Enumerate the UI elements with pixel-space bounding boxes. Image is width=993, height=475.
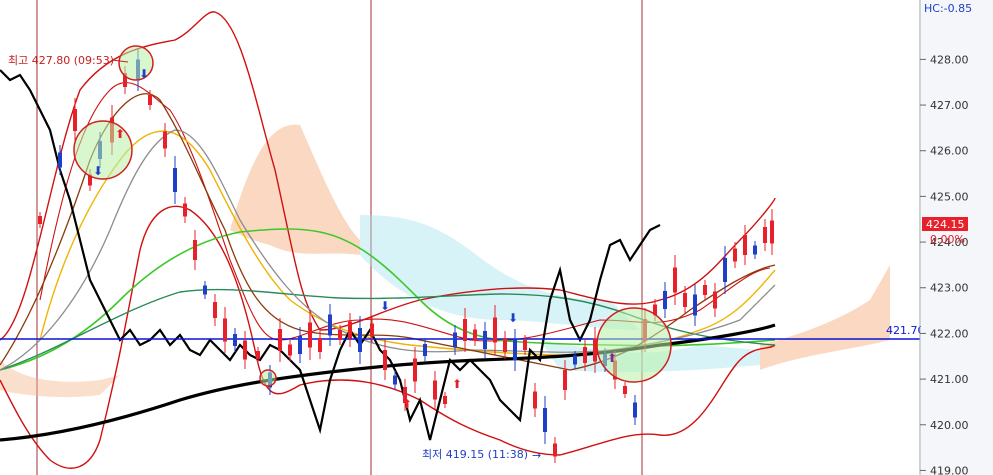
candle-body xyxy=(163,131,167,149)
candle-body xyxy=(413,358,417,382)
candle-body xyxy=(433,380,437,400)
candle-body xyxy=(623,386,627,394)
candle-body xyxy=(148,95,152,105)
arrow-down-marker: ⬇ xyxy=(508,311,518,325)
candle-body xyxy=(298,336,302,354)
candle-body xyxy=(348,321,352,339)
candle-body xyxy=(673,267,677,293)
candle-body xyxy=(523,340,527,350)
candle-body xyxy=(318,338,322,352)
candle-body xyxy=(463,319,467,341)
reference-line-label: 421.70 xyxy=(886,324,925,337)
y-tick-label: 422.00 xyxy=(930,327,969,340)
price-chart: 421.70 ⬇ ⬆ ⬇ ⬇ ⬇ ⬆ ⬆ ⬆ 최고 427.80 (09:53)… xyxy=(0,0,993,475)
highlight-circle xyxy=(259,369,277,387)
y-tick-label: 420.00 xyxy=(930,419,969,432)
candle-body xyxy=(203,285,207,295)
candle-body xyxy=(663,291,667,309)
arrow-down-marker: ⬇ xyxy=(93,164,103,178)
candle-body xyxy=(723,258,727,282)
arrow-down-marker: ⬇ xyxy=(380,299,390,313)
candle-body xyxy=(583,347,587,363)
y-tick-label: 428.00 xyxy=(930,53,969,66)
candle-body xyxy=(338,330,342,340)
candle-body xyxy=(683,293,687,307)
candle-body xyxy=(483,331,487,349)
candle-body xyxy=(358,328,362,352)
candle-body xyxy=(223,318,227,342)
cloud-up-area-2 xyxy=(760,265,890,370)
candle-body xyxy=(213,302,217,318)
candle-body xyxy=(753,245,757,255)
candle-body xyxy=(278,329,282,351)
candle-body xyxy=(370,323,374,337)
hc-indicator: HC:-0.85 xyxy=(924,2,972,15)
candle-body xyxy=(443,396,447,404)
candle-body xyxy=(553,443,557,457)
candle-body xyxy=(328,314,332,336)
candle-body xyxy=(473,329,477,341)
candle-body xyxy=(423,344,427,356)
candle-body xyxy=(308,322,312,348)
candle-body xyxy=(703,285,707,295)
y-tick-label: 426.00 xyxy=(930,145,969,158)
candle-body xyxy=(383,350,387,370)
low-pointer-arrow: → xyxy=(532,449,541,462)
candle-body xyxy=(38,216,42,224)
candle-body xyxy=(503,338,507,352)
arrow-up-marker: ⬆ xyxy=(115,127,125,141)
candle-body xyxy=(233,334,237,346)
arrow-up-marker: ⬆ xyxy=(402,397,412,411)
candle-body xyxy=(58,152,62,168)
candle-body xyxy=(256,351,260,359)
candle-body xyxy=(243,340,247,360)
candle-body xyxy=(393,375,397,385)
candle-body xyxy=(763,227,767,243)
candle-body xyxy=(453,332,457,348)
low-annotation: 최저 419.15 (11:38) xyxy=(422,448,528,461)
candle-body xyxy=(573,355,577,365)
candle-body xyxy=(563,370,567,390)
y-tick-label: 421.00 xyxy=(930,373,969,386)
arrow-down-marker: ⬇ xyxy=(139,67,149,81)
y-tick-label: 425.00 xyxy=(930,190,969,203)
cloud-down-area xyxy=(360,215,640,330)
ichimoku-cloud xyxy=(0,124,890,398)
y-tick-label: 423.00 xyxy=(930,282,969,295)
candle-body xyxy=(533,391,537,409)
candle-body xyxy=(493,317,497,343)
y-tick-label: 427.00 xyxy=(930,99,969,112)
candle-body xyxy=(693,294,697,316)
candle-body xyxy=(513,339,517,361)
candle-body xyxy=(73,109,77,131)
high-annotation: 최고 427.80 (09:53) xyxy=(8,54,114,67)
y-tick-label: 419.00 xyxy=(930,464,969,475)
candle-body xyxy=(743,235,747,255)
candle-body xyxy=(770,220,774,244)
arrow-up-marker: ⬆ xyxy=(607,351,617,365)
change-percent-label: 0.00% xyxy=(930,233,965,246)
candle-body xyxy=(633,402,637,418)
current-price-label: 424.15 xyxy=(926,218,965,231)
arrow-up-marker: ⬆ xyxy=(452,377,462,391)
candle-body xyxy=(193,240,197,260)
candle-body xyxy=(713,291,717,309)
candle-body xyxy=(543,408,547,432)
candle-body xyxy=(183,203,187,217)
candle-body xyxy=(733,248,737,262)
candle-body xyxy=(288,344,292,356)
candle-body xyxy=(173,168,177,192)
highlight-circle xyxy=(596,307,672,383)
